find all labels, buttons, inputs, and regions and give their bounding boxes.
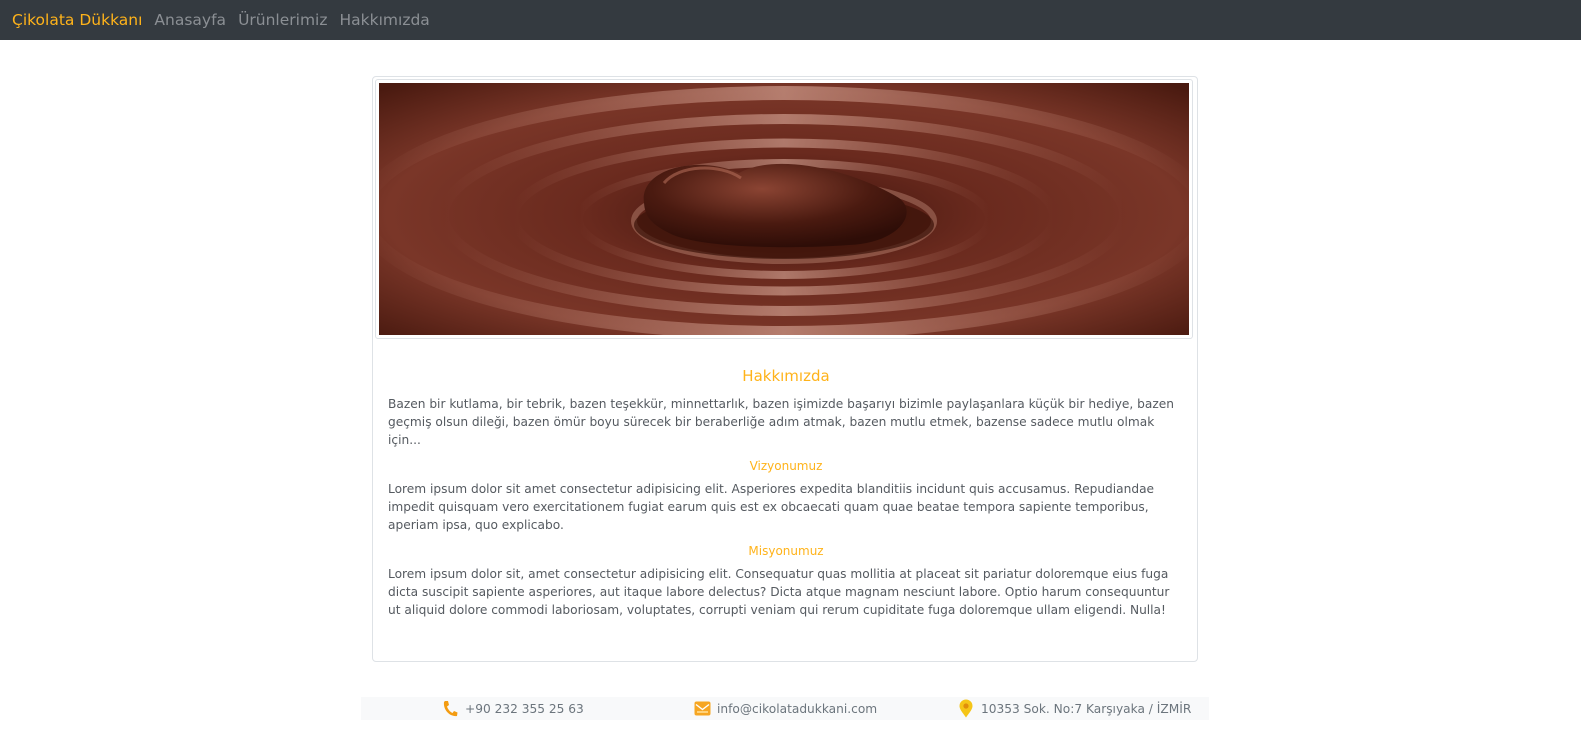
email-address[interactable]: info@cikolatadukkani.com <box>717 702 877 716</box>
about-intro-text: Bazen bir kutlama, bir tebrik, bazen teş… <box>388 397 1174 447</box>
about-title: Hakkımızda <box>742 367 830 385</box>
footer-phone: +90 232 355 25 63 <box>441 697 584 720</box>
contact-footer: +90 232 355 25 63 info@cikolatadukkani.c… <box>361 697 1209 720</box>
phone-icon <box>441 699 459 719</box>
vision-title: Vizyonumuz <box>749 459 823 473</box>
navbar-brand[interactable]: Çikolata Dükkanı <box>12 11 142 29</box>
envelope-icon <box>693 699 711 719</box>
footer-address: 10353 Sok. No:7 Karşıyaka / İZMİR <box>957 697 1191 720</box>
vision-text: Lorem ipsum dolor sit amet consectetur a… <box>388 482 1155 532</box>
nav-link-anasayfa[interactable]: Anasayfa <box>154 11 226 29</box>
about-card: Hakkımızda Bazen bir kutlama, bir tebrik… <box>372 76 1198 662</box>
nav-link-hakkimizda[interactable]: Hakkımızda <box>340 11 430 29</box>
chocolate-swirl-image <box>379 83 1189 335</box>
map-pin-icon <box>957 699 975 719</box>
mission-text: Lorem ipsum dolor sit, amet consectetur … <box>388 567 1170 617</box>
nav-link-urunlerimiz[interactable]: Ürünlerimiz <box>238 11 327 29</box>
about-content: Hakkımızda Bazen bir kutlama, bir tebrik… <box>388 367 1184 629</box>
mission-title: Misyonumuz <box>748 544 824 558</box>
hero-image-frame <box>375 79 1193 339</box>
address-text: 10353 Sok. No:7 Karşıyaka / İZMİR <box>981 701 1192 716</box>
phone-number[interactable]: +90 232 355 25 63 <box>465 702 584 716</box>
top-navbar: Çikolata Dükkanı Anasayfa Ürünlerimiz Ha… <box>0 0 1581 40</box>
footer-email: info@cikolatadukkani.com <box>693 697 877 720</box>
